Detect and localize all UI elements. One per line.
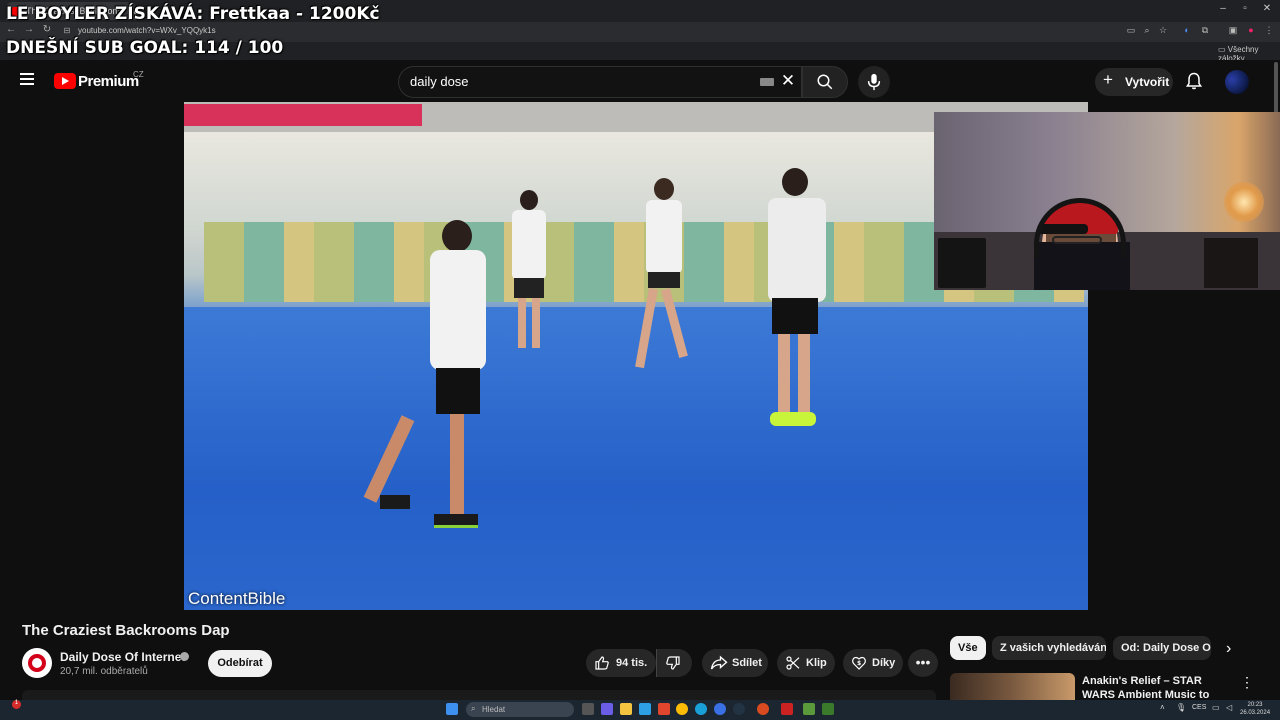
notifications-bell-icon[interactable]	[1184, 71, 1206, 93]
more-actions-button[interactable]: •••	[908, 649, 938, 677]
site-info-icon[interactable]: ⊟	[60, 26, 74, 35]
game-icon[interactable]	[822, 703, 834, 715]
related-video-title[interactable]: Anakin's Relief – STAR WARS Ambient Musi…	[1082, 674, 1232, 700]
keyboard-language[interactable]: CES	[1192, 704, 1206, 711]
chevron-right-icon[interactable]: ›	[1226, 640, 1231, 658]
thumbs-down-icon	[666, 656, 680, 670]
share-button[interactable]: Sdílet	[702, 649, 768, 677]
create-label: Vytvořit	[1125, 75, 1170, 89]
address-bar[interactable]: youtube.com/watch?v=WXv_YQQyk1s	[78, 26, 216, 35]
browser-icon[interactable]	[695, 703, 707, 715]
channel-avatar[interactable]	[22, 648, 52, 678]
country-code: CZ	[133, 70, 144, 79]
file-explorer-icon[interactable]	[620, 703, 632, 715]
clip-label: Klip	[806, 657, 827, 669]
cast-icon[interactable]: ▭	[1124, 25, 1138, 37]
like-count: 94 tis.	[616, 657, 648, 669]
donation-overlay: LE BOYLER ZÍSKÁVÁ: Frettkaa - 1200Kč	[6, 4, 380, 24]
like-button[interactable]: 94 tis.	[586, 649, 656, 677]
search-button[interactable]	[802, 66, 848, 98]
dislike-button[interactable]	[656, 649, 692, 677]
app-icon[interactable]	[714, 703, 726, 715]
share-label: Sdílet	[732, 657, 762, 669]
minecraft-icon[interactable]	[803, 703, 815, 715]
widgets-icon[interactable]	[601, 703, 613, 715]
hamburger-menu-icon[interactable]	[16, 70, 38, 92]
taskbar-search[interactable]: ⌕ Hledat	[466, 702, 574, 717]
tray-chevron-icon[interactable]: ˄	[1160, 703, 1165, 712]
thumbs-up-icon	[595, 656, 609, 670]
related-video-menu-icon[interactable]: ⋮	[1240, 674, 1254, 691]
streamer-webcam	[934, 112, 1280, 290]
thanks-button[interactable]: $ Díky	[843, 649, 903, 677]
clock-time: 20:23	[1247, 702, 1263, 708]
reload-icon[interactable]: ↻	[40, 24, 54, 35]
store-icon[interactable]	[658, 703, 670, 715]
notification-badge: 1	[12, 700, 21, 709]
zoom-icon[interactable]: ⌕	[1140, 25, 1154, 37]
microphone-icon	[867, 73, 881, 91]
player-back-2	[634, 178, 694, 378]
forward-icon[interactable]: →	[22, 24, 36, 35]
scissors-icon	[786, 656, 800, 670]
account-avatar[interactable]	[1225, 70, 1249, 94]
sub-goal-overlay: DNEŠNÍ SUB GOAL: 114 / 100	[6, 38, 284, 58]
video-watermark: ContentBible	[188, 589, 286, 608]
subscriber-count: 20,7 mil. odběratelů	[60, 666, 148, 677]
keyboard-icon[interactable]	[760, 78, 774, 86]
search-input[interactable]	[410, 74, 740, 89]
description-box[interactable]	[22, 690, 936, 700]
minimize-icon[interactable]: –	[1212, 3, 1234, 14]
taskbar-search-icon: ⌕	[471, 704, 476, 713]
extension-icon[interactable]: ◐	[1180, 25, 1194, 37]
thanks-label: Díky	[872, 657, 896, 669]
subscribe-button[interactable]: Odebírat	[208, 650, 272, 677]
clock[interactable]: 20:23 26.03.2024	[1240, 701, 1270, 717]
volume-icon[interactable]: ◁	[1226, 703, 1232, 712]
plus-icon: +	[1103, 70, 1113, 89]
player-right	[764, 168, 844, 438]
close-window-icon[interactable]: ✕	[1256, 3, 1278, 14]
microphone-tray-icon[interactable]: 🎙	[1176, 703, 1186, 712]
chrome-icon[interactable]	[676, 703, 688, 715]
create-button[interactable]: + Vytvořit	[1095, 68, 1173, 96]
youtube-logo-icon[interactable]	[54, 73, 76, 89]
profile-icon[interactable]: ●	[1244, 25, 1258, 37]
search-icon	[817, 74, 833, 90]
verified-check-icon	[180, 652, 189, 661]
split-view-icon[interactable]: ▣	[1226, 25, 1240, 37]
back-icon[interactable]: ←	[4, 24, 18, 35]
browser-menu-icon[interactable]: ⋮	[1262, 25, 1276, 37]
steam-icon[interactable]	[733, 703, 745, 715]
player-back-1	[504, 190, 554, 360]
obs-icon[interactable]	[781, 703, 793, 715]
voice-search-button[interactable]	[858, 66, 890, 98]
clock-date: 26.03.2024	[1240, 710, 1271, 716]
taskbar-search-placeholder: Hledat	[482, 705, 506, 714]
folder-icon: ▭	[1218, 45, 1228, 54]
red-banner	[184, 104, 422, 126]
related-video-thumbnail[interactable]	[950, 673, 1075, 703]
bookmark-star-icon[interactable]: ☆	[1156, 25, 1170, 37]
maximize-icon[interactable]: ▫	[1234, 3, 1256, 14]
thanks-dollar-icon: $	[852, 656, 866, 670]
clip-button[interactable]: Klip	[777, 649, 835, 677]
share-icon	[710, 655, 728, 670]
channel-name[interactable]: Daily Dose Of Internet	[60, 650, 185, 664]
windows-start-icon[interactable]	[446, 703, 458, 715]
video-title: The Craziest Backrooms Dap	[22, 622, 230, 639]
edge-icon[interactable]	[639, 703, 651, 715]
clear-search-icon[interactable]: ✕	[780, 71, 796, 91]
media-app-icon[interactable]	[757, 703, 769, 715]
player-left	[363, 220, 486, 530]
youtube-premium-logo[interactable]: Premium	[78, 73, 139, 90]
chip-from-searches[interactable]: Z vašich vyhledávání	[992, 636, 1106, 660]
svg-text:$: $	[857, 660, 861, 667]
task-view-icon[interactable]	[582, 703, 594, 715]
extensions-puzzle-icon[interactable]: ⧉	[1198, 25, 1212, 37]
chip-from-channel[interactable]: Od: Daily Dose Of Internet	[1113, 636, 1211, 660]
network-icon[interactable]: ▭	[1212, 703, 1220, 712]
chip-all[interactable]: Vše	[950, 636, 986, 660]
